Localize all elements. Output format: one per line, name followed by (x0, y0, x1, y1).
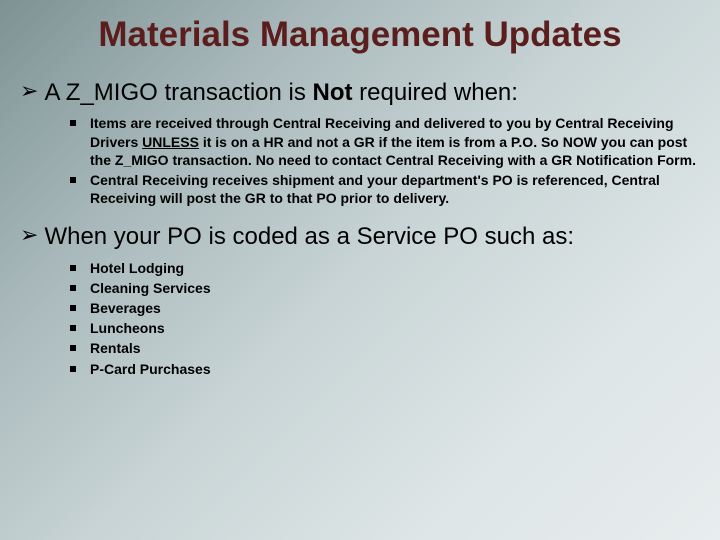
square-icon (70, 366, 76, 372)
heading-1-pre: When your PO is coded as a Service PO su… (44, 223, 574, 250)
square-icon (70, 285, 76, 291)
list-item: Items are received through Central Recei… (70, 114, 700, 169)
sub-list-0: Items are received through Central Recei… (70, 114, 700, 207)
list-item-text: Luncheons (90, 319, 700, 337)
square-icon (70, 177, 76, 183)
list-item: P-Card Purchases (70, 360, 700, 378)
square-icon (70, 345, 76, 351)
list-item: Beverages (70, 299, 700, 317)
square-icon (70, 325, 76, 331)
slide: Materials Management Updates ➢ A Z_MIGO … (0, 0, 720, 540)
list-item-text: Rentals (90, 339, 700, 357)
heading-0-pre: A Z_MIGO transaction is (44, 79, 312, 106)
list-item: Central Receiving receives shipment and … (70, 171, 700, 207)
list-item: Cleaning Services (70, 279, 700, 297)
sub-list-1: Hotel Lodging Cleaning Services Beverage… (70, 259, 700, 378)
square-icon (70, 265, 76, 271)
list-item: Hotel Lodging (70, 259, 700, 277)
bullet-heading-1: ➢ When your PO is coded as a Service PO … (20, 221, 700, 252)
bullet-heading-1-text: When your PO is coded as a Service PO su… (44, 221, 574, 252)
arrow-icon: ➢ (20, 221, 38, 250)
list-item-text: Cleaning Services (90, 279, 700, 297)
list-item-text: Items are received through Central Recei… (90, 114, 700, 169)
heading-0-post: required when: (353, 79, 518, 106)
list-item-text: Central Receiving receives shipment and … (90, 171, 700, 207)
list-item-text: Hotel Lodging (90, 259, 700, 277)
list-item-text: Beverages (90, 299, 700, 317)
square-icon (70, 120, 76, 126)
bullet-heading-0: ➢ A Z_MIGO transaction is Not required w… (20, 77, 700, 108)
list-item-text: P-Card Purchases (90, 360, 700, 378)
page-title: Materials Management Updates (20, 15, 700, 55)
item-pre: Central Receiving receives shipment and … (90, 172, 660, 206)
list-item: Luncheons (70, 319, 700, 337)
item-underline: UNLESS (142, 134, 199, 150)
square-icon (70, 305, 76, 311)
arrow-icon: ➢ (20, 77, 38, 106)
list-item: Rentals (70, 339, 700, 357)
heading-0-bold: Not (313, 79, 353, 106)
bullet-heading-0-text: A Z_MIGO transaction is Not required whe… (44, 77, 518, 108)
